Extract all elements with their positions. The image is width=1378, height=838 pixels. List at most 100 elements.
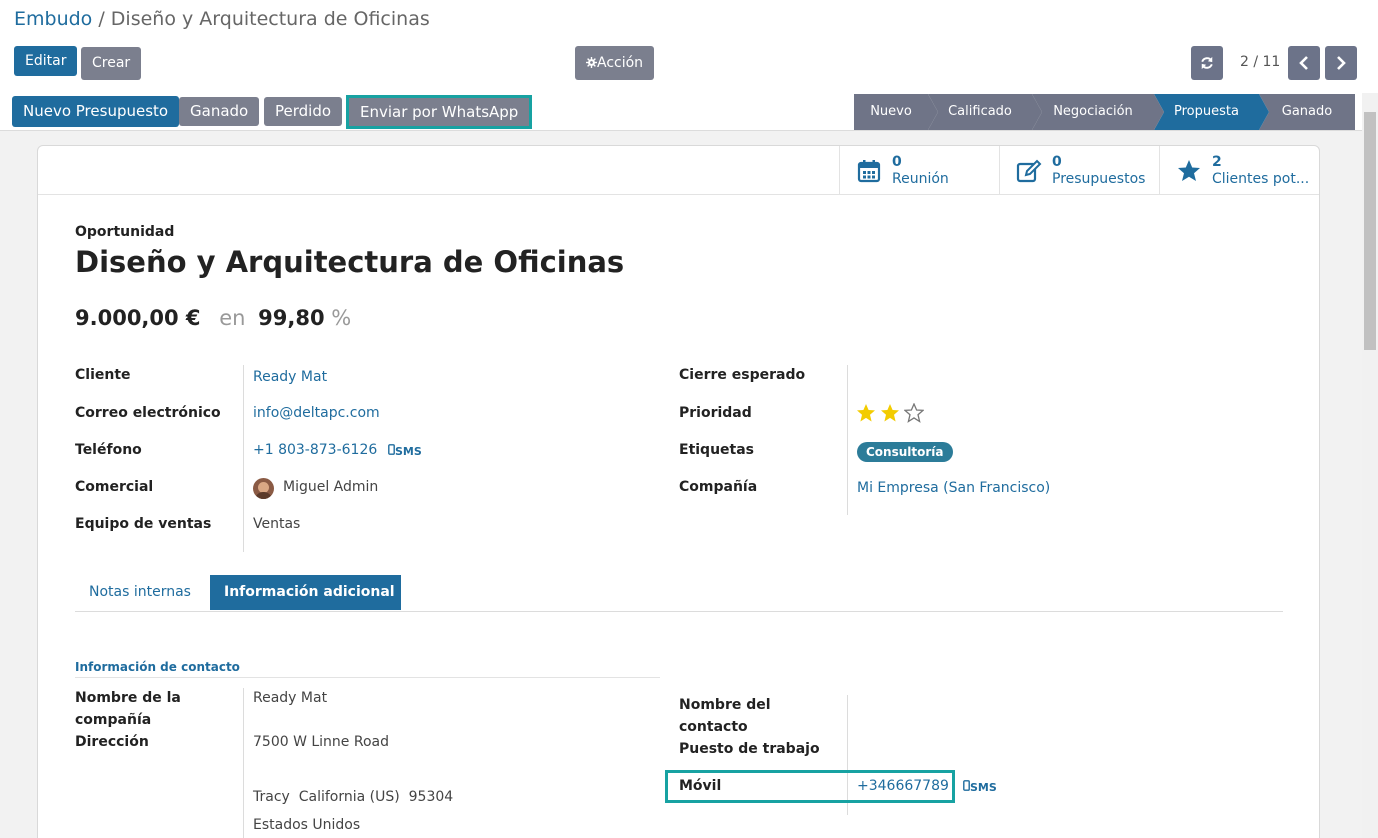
city-state-zip: Tracy California (US) 95304: [253, 789, 453, 805]
pager-next-button[interactable]: [1325, 46, 1357, 80]
action-button[interactable]: Acción: [575, 46, 655, 80]
customer-link[interactable]: Ready Mat: [253, 369, 327, 385]
reload-button[interactable]: [1191, 46, 1223, 80]
breadcrumb-current: Diseño y Arquitectura de Oficinas: [110, 8, 430, 30]
mobile-icon: [388, 444, 395, 455]
phone-link[interactable]: +1 803-873-6126: [253, 442, 377, 458]
send-whatsapp-button[interactable]: Enviar por WhatsApp: [346, 95, 533, 129]
leads-stat-button[interactable]: 2 Clientes pot...: [1159, 146, 1319, 195]
avatar: [253, 478, 274, 499]
star-icon: [1178, 160, 1200, 181]
company-name-label: Nombre de la: [75, 690, 181, 706]
chevron-left-icon: [1299, 56, 1308, 70]
customer-label: Cliente: [75, 367, 131, 383]
quotations-stat-button[interactable]: 0 Presupuestos: [999, 146, 1159, 195]
leads-label: Clientes pot...: [1212, 171, 1310, 187]
email-label: Correo electrónico: [75, 405, 221, 421]
mobile-label: Móvil: [679, 778, 722, 794]
contact-section-divider: [75, 677, 660, 678]
breadcrumb-root-link[interactable]: Embudo: [14, 8, 92, 30]
stage-label: Nuevo: [870, 104, 912, 119]
company-name-value[interactable]: Ready Mat: [253, 690, 327, 706]
priority-widget: [856, 402, 936, 424]
contact-left-divider: [243, 688, 244, 838]
sms-label: SMS: [970, 781, 997, 794]
left-group-divider: [243, 365, 244, 552]
expected-revenue[interactable]: 9.000,00 €: [75, 306, 201, 330]
company-link[interactable]: Mi Empresa (San Francisco): [857, 480, 1050, 496]
stage-ganado[interactable]: Ganado: [1259, 94, 1355, 130]
quotations-label: Presupuestos: [1052, 171, 1146, 187]
mark-lost-button[interactable]: Perdido: [264, 97, 343, 126]
salesperson-value[interactable]: Miguel Admin: [283, 479, 378, 495]
record-kind: Oportunidad: [75, 224, 175, 240]
sales-team-value[interactable]: Ventas: [253, 516, 300, 532]
gear-icon: [586, 57, 597, 68]
email-link[interactable]: info@deltapc.com: [253, 405, 380, 421]
percent-sign: %: [331, 306, 352, 330]
breadcrumb: Embudo / Diseño y Arquitectura de Oficin…: [14, 8, 430, 30]
stage-label: Calificado: [948, 104, 1012, 119]
create-button[interactable]: Crear: [81, 47, 142, 80]
refresh-icon: [1201, 56, 1213, 70]
meetings-stat-button[interactable]: 0 Reunión: [839, 146, 999, 195]
salesperson-label: Comercial: [75, 479, 154, 495]
stage-nuevo[interactable]: Nuevo: [854, 94, 938, 130]
city-value[interactable]: Tracy: [253, 789, 290, 805]
contact-section-title: Información de contacto: [75, 660, 240, 674]
stage-calificado[interactable]: Calificado: [928, 94, 1042, 130]
contact-name-label-line2: contacto: [679, 719, 748, 735]
revenue-row: 9.000,00 € en 99,80 %: [75, 306, 351, 330]
phone-label: Teléfono: [75, 442, 142, 458]
street-value[interactable]: 7500 W Linne Road: [253, 734, 389, 750]
quotations-count: 0: [1052, 154, 1062, 170]
company-label: Compañía: [679, 479, 758, 495]
country-value[interactable]: Estados Unidos: [253, 817, 360, 833]
company-name-label-line2: compañía: [75, 712, 152, 728]
pager-value[interactable]: 2 / 11: [1240, 54, 1280, 70]
leads-count: 2: [1212, 154, 1222, 170]
tags-label: Etiquetas: [679, 442, 755, 458]
edit-button[interactable]: Editar: [14, 46, 78, 76]
scrollbar-thumb[interactable]: [1364, 112, 1376, 350]
stage-label: Negociación: [1053, 104, 1133, 119]
page-title[interactable]: Diseño y Arquitectura de Oficinas: [75, 245, 624, 279]
job-position-label: Puesto de trabajo: [679, 741, 820, 757]
tag-badge[interactable]: Consultoría: [857, 442, 953, 462]
pager-prev-button[interactable]: [1288, 46, 1320, 80]
tab-extra-info[interactable]: Información adicional: [210, 575, 401, 610]
zip-value[interactable]: 95304: [409, 789, 454, 805]
breadcrumb-separator: /: [92, 8, 111, 30]
stage-label: Propuesta: [1174, 104, 1239, 119]
chevron-right-icon: [1337, 56, 1346, 70]
priority-label: Prioridad: [679, 405, 752, 421]
stage-propuesta[interactable]: Propuesta: [1154, 94, 1269, 130]
mobile-sms-button[interactable]: SMS: [963, 780, 997, 794]
edit-icon: [1016, 159, 1042, 183]
address-label: Dirección: [75, 734, 149, 750]
mark-won-button[interactable]: Ganado: [179, 97, 260, 126]
mobile-link[interactable]: +346667789: [857, 778, 949, 794]
mobile-icon: [963, 780, 970, 791]
priority-star-icon[interactable]: [904, 403, 924, 423]
phone-sms-button[interactable]: SMS: [388, 444, 422, 458]
tab-divider: [75, 611, 1283, 612]
calendar-icon: [857, 160, 881, 183]
tab-internal-notes[interactable]: Notas internas: [75, 575, 205, 610]
stage-negociacion[interactable]: Negociación: [1032, 94, 1164, 130]
at-label: en: [219, 306, 246, 330]
contact-name-label: Nombre del: [679, 697, 771, 713]
meetings-count: 0: [892, 154, 902, 170]
right-group-divider: [847, 365, 848, 515]
probability-value[interactable]: 99,80: [258, 306, 324, 330]
new-quotation-button[interactable]: Nuevo Presupuesto: [12, 96, 180, 127]
action-label: Acción: [597, 55, 644, 71]
priority-star-icon[interactable]: [880, 403, 900, 423]
state-value[interactable]: California (US): [299, 789, 400, 805]
expected-closing-label: Cierre esperado: [679, 367, 806, 383]
sales-team-label: Equipo de ventas: [75, 516, 212, 532]
priority-star-icon[interactable]: [856, 403, 876, 423]
sms-label: SMS: [395, 445, 422, 458]
meetings-label: Reunión: [892, 171, 949, 187]
stage-label: Ganado: [1281, 104, 1333, 119]
